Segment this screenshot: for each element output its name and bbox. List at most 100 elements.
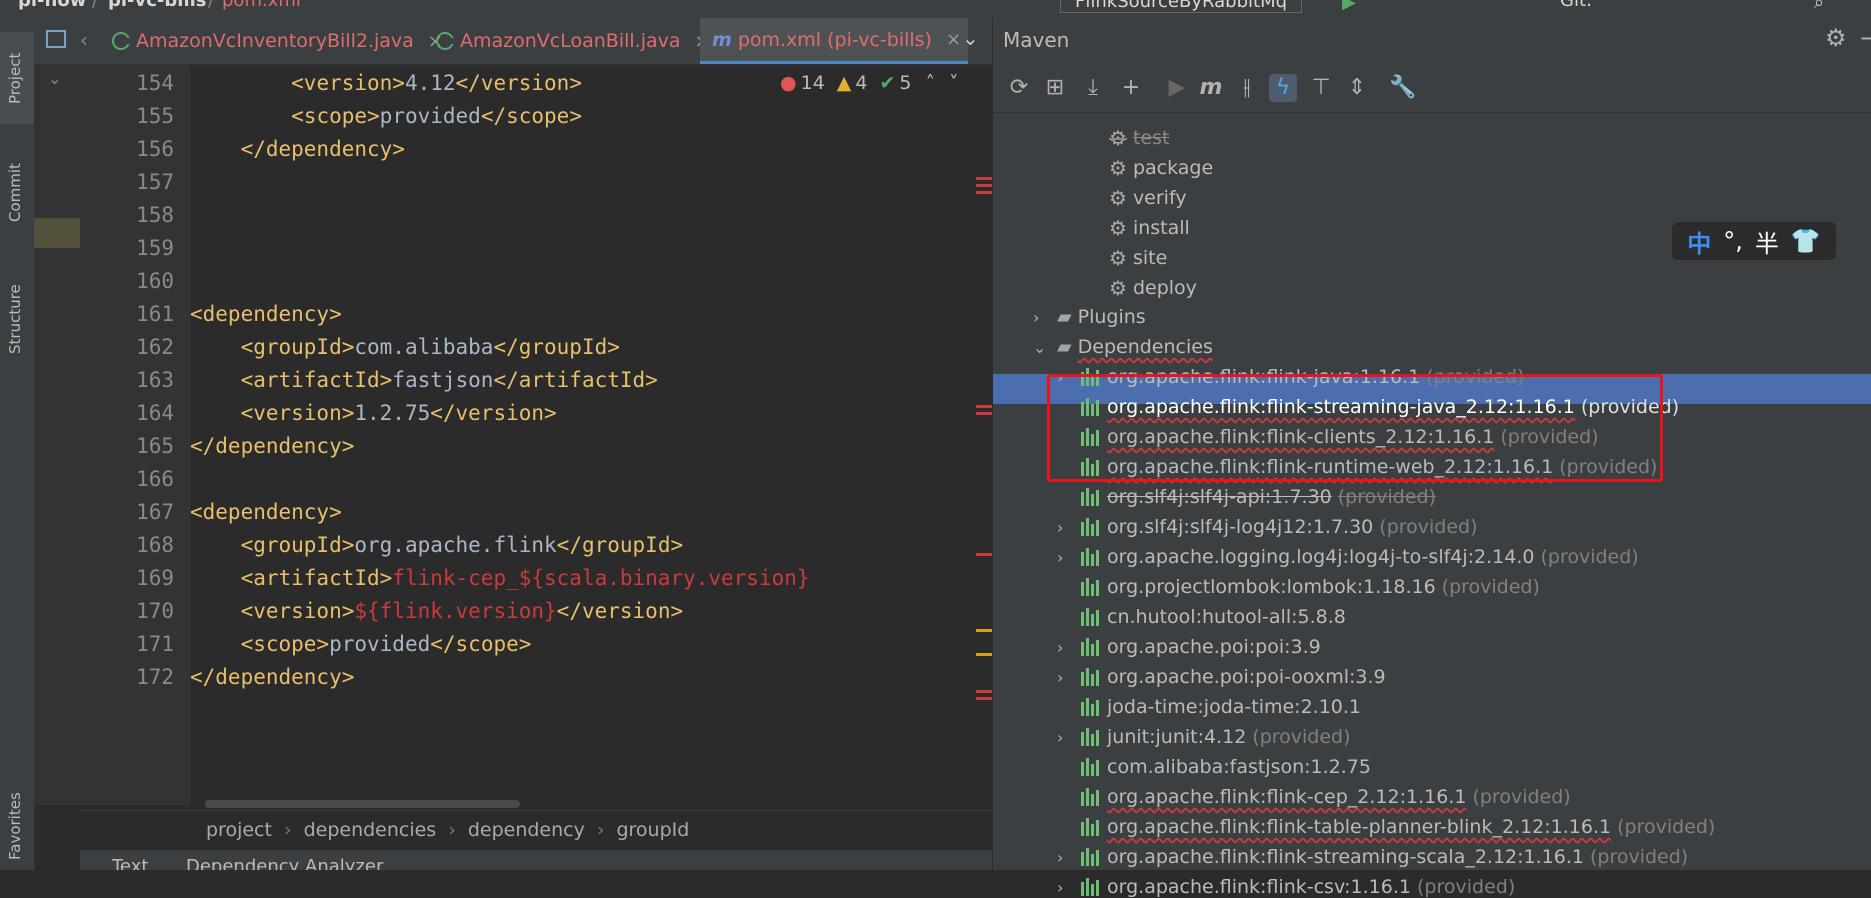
dependency-item[interactable]: com.alibaba:fastjson:1.2.75 bbox=[1057, 756, 1377, 778]
chevron-right-icon[interactable]: › bbox=[1057, 668, 1081, 687]
chevron-down-icon[interactable]: ˅ bbox=[949, 72, 959, 94]
shirt-icon[interactable]: 👕 bbox=[1791, 227, 1821, 255]
dependency-name: joda-time:joda-time:2.10.1 bbox=[1107, 696, 1362, 718]
breadcrumb-module[interactable]: pi-vc-bills bbox=[108, 0, 207, 11]
breadcrumb-file[interactable]: pom.xml bbox=[222, 0, 301, 11]
ime-punctuation[interactable]: °, bbox=[1723, 227, 1743, 255]
tool-tab-structure[interactable]: Structure bbox=[0, 258, 34, 376]
check-icon: ✔ bbox=[879, 72, 896, 94]
breadcrumb-item[interactable]: groupId bbox=[616, 819, 689, 841]
wrench-icon[interactable]: 🔧 bbox=[1389, 74, 1417, 102]
breadcrumb-separator: › bbox=[283, 819, 292, 841]
chevron-right-icon[interactable]: › bbox=[1057, 638, 1081, 657]
breadcrumb-separator: › bbox=[448, 819, 456, 841]
chevron-down-icon[interactable]: ⌄ bbox=[962, 26, 979, 50]
dependency-scope: (provided) bbox=[1589, 846, 1689, 868]
dependency-item[interactable]: › org.apache.flink:flink-csv:1.16.1 (provi… bbox=[1057, 876, 1515, 898]
goal-site[interactable]: ⚙ site bbox=[1109, 246, 1167, 270]
dependency-item[interactable]: org.apache.flink:flink-table-planner-bli… bbox=[1057, 816, 1715, 838]
line-number: 168 bbox=[136, 533, 174, 557]
project-view-icon[interactable] bbox=[46, 30, 66, 48]
tree-node-plugins[interactable]: › ▰ Plugins bbox=[1033, 306, 1146, 328]
add-icon[interactable]: + bbox=[1117, 74, 1145, 102]
dependency-item[interactable]: org.projectlombok:lombok:1.18.16 (provide… bbox=[1057, 576, 1540, 598]
tab-pom-xml[interactable]: m pom.xml (pi-vc-bills) × bbox=[700, 18, 968, 64]
tab-text[interactable]: Text bbox=[112, 856, 148, 870]
chevron-right-icon[interactable]: › bbox=[1057, 518, 1081, 537]
line-number: 166 bbox=[136, 467, 174, 491]
ime-width[interactable]: 半 bbox=[1755, 224, 1779, 259]
dependency-item[interactable]: joda-time:joda-time:2.10.1 bbox=[1057, 696, 1367, 718]
line-number: 172 bbox=[136, 665, 174, 689]
dependency-item[interactable]: org.slf4j:slf4j-api:1.7.30 (provided) bbox=[1057, 486, 1436, 508]
tab-amazonvcinventorybill2[interactable]: AmazonVcInventoryBill2.java × bbox=[112, 18, 443, 64]
skip-tests-icon[interactable]: ϟ bbox=[1269, 74, 1297, 102]
horizontal-scrollbar[interactable] bbox=[205, 800, 520, 808]
minimize-icon[interactable]: − bbox=[1859, 24, 1871, 52]
breadcrumb-project[interactable]: pi-now bbox=[18, 0, 86, 11]
tool-tab-favorites[interactable]: Favorites bbox=[0, 778, 34, 870]
chevron-right-icon[interactable]: › bbox=[1057, 848, 1081, 867]
search-icon[interactable]: ⌕ bbox=[1814, 0, 1824, 13]
chevron-down-icon[interactable]: ⌄ bbox=[48, 69, 61, 88]
breadcrumb-item[interactable]: project bbox=[206, 819, 272, 841]
dependency-item[interactable]: org.apache.flink:flink-cep_2.12:1.16.1 (p… bbox=[1057, 786, 1571, 808]
code-line: </dependency> bbox=[240, 137, 405, 161]
chevron-down-icon[interactable]: ⌄ bbox=[1033, 338, 1057, 357]
goal-package[interactable]: ⚙ package bbox=[1109, 156, 1213, 180]
current-line-marker bbox=[34, 218, 80, 248]
breadcrumb-separator: / bbox=[92, 0, 99, 11]
dependency-scope: (provided) bbox=[1337, 486, 1436, 508]
goal-install[interactable]: ⚙ install bbox=[1109, 216, 1190, 240]
run-config-selector[interactable]: FlinkSourceByRabbitMq bbox=[1060, 0, 1303, 13]
ime-mode[interactable]: 中 bbox=[1687, 224, 1711, 259]
code-line: <version>${flink.version}</version> bbox=[240, 599, 684, 623]
tab-amazonvcloanbill[interactable]: AmazonVcLoanBill.java × bbox=[436, 18, 710, 64]
goal-verify[interactable]: ⚙ verify bbox=[1109, 186, 1187, 210]
tree-node-dependencies[interactable]: ⌄ ▰ Dependencies bbox=[1033, 336, 1213, 358]
breadcrumb-item[interactable]: dependency bbox=[468, 819, 585, 841]
dependency-item[interactable]: › org.slf4j:slf4j-log4j12:1.7.30 (provided… bbox=[1057, 516, 1478, 538]
show-dependencies-icon[interactable]: ⊤ bbox=[1307, 74, 1335, 102]
run-icon[interactable]: ▶ bbox=[1163, 74, 1191, 102]
dependency-item[interactable]: › org.apache.logging.log4j:log4j-to-slf4j… bbox=[1057, 546, 1639, 568]
tool-tab-project[interactable]: Project bbox=[0, 32, 34, 124]
scroll-left-icon[interactable]: ‹ bbox=[80, 28, 88, 52]
chevron-up-icon[interactable]: ˄ bbox=[926, 72, 936, 94]
generate-sources-icon[interactable]: ⊞ bbox=[1041, 74, 1069, 102]
title-bar: pi-now / pi-vc-bills / pom.xml FlinkSour… bbox=[0, 0, 1871, 18]
toggle-offline-icon[interactable]: ⫲ bbox=[1233, 74, 1261, 102]
code-editor[interactable]: <version>4.12</version> <scope>provided<… bbox=[190, 65, 978, 805]
reload-icon[interactable]: ⟳ bbox=[1005, 74, 1033, 102]
gear-icon[interactable]: ⚙ bbox=[1825, 24, 1847, 52]
chevron-right-icon[interactable]: › bbox=[1033, 308, 1057, 327]
dependency-name: com.alibaba:fastjson:1.2.75 bbox=[1107, 756, 1371, 778]
goal-deploy[interactable]: ⚙ deploy bbox=[1109, 276, 1197, 300]
tab-dependency-analyzer[interactable]: Dependency Analyzer bbox=[186, 856, 383, 870]
dependency-item[interactable]: › org.apache.poi:poi-ooxml:3.9 bbox=[1057, 666, 1392, 688]
run-icon[interactable]: ▶ bbox=[1342, 0, 1356, 13]
line-numbers: 154 155 156 157 158 159 160 161 162 163 … bbox=[80, 65, 278, 805]
download-icon[interactable]: ⤓ bbox=[1079, 74, 1107, 102]
chevron-right-icon[interactable]: › bbox=[1057, 548, 1081, 567]
chevron-right-icon[interactable]: › bbox=[1057, 878, 1081, 897]
left-tool-stripe: Project Commit Structure Favorites bbox=[0, 18, 35, 870]
dependency-item[interactable]: › org.apache.flink:flink-streaming-scala_… bbox=[1057, 846, 1688, 868]
dependency-name: org.apache.logging.log4j:log4j-to-slf4j:… bbox=[1107, 546, 1535, 568]
collapse-all-icon[interactable]: ⇕ bbox=[1343, 74, 1371, 102]
folder-icon: ▰ bbox=[1057, 336, 1072, 358]
library-icon bbox=[1081, 578, 1101, 596]
error-stripe[interactable] bbox=[976, 65, 994, 805]
chevron-right-icon[interactable]: › bbox=[1057, 728, 1081, 747]
dependency-item[interactable]: › junit:junit:4.12 (provided) bbox=[1057, 726, 1351, 748]
dependency-item[interactable]: › org.apache.poi:poi:3.9 bbox=[1057, 636, 1327, 658]
goal-test[interactable]: ⚙ test bbox=[1109, 126, 1169, 150]
close-icon[interactable]: × bbox=[946, 29, 961, 50]
execute-goal-icon[interactable]: m bbox=[1197, 74, 1225, 102]
dependency-item[interactable]: cn.hutool:hutool-all:5.8.8 bbox=[1057, 606, 1352, 628]
code-line: <version>4.12</version> bbox=[291, 71, 582, 95]
tool-tab-commit[interactable]: Commit bbox=[0, 138, 34, 248]
breadcrumb-item[interactable]: dependencies bbox=[304, 819, 437, 841]
inspection-widget[interactable]: ● 14 ▲ 4 ✔ 5 ˄ ˅ bbox=[780, 72, 959, 94]
ime-status-bar[interactable]: 中 °, 半 👕 bbox=[1672, 222, 1836, 260]
